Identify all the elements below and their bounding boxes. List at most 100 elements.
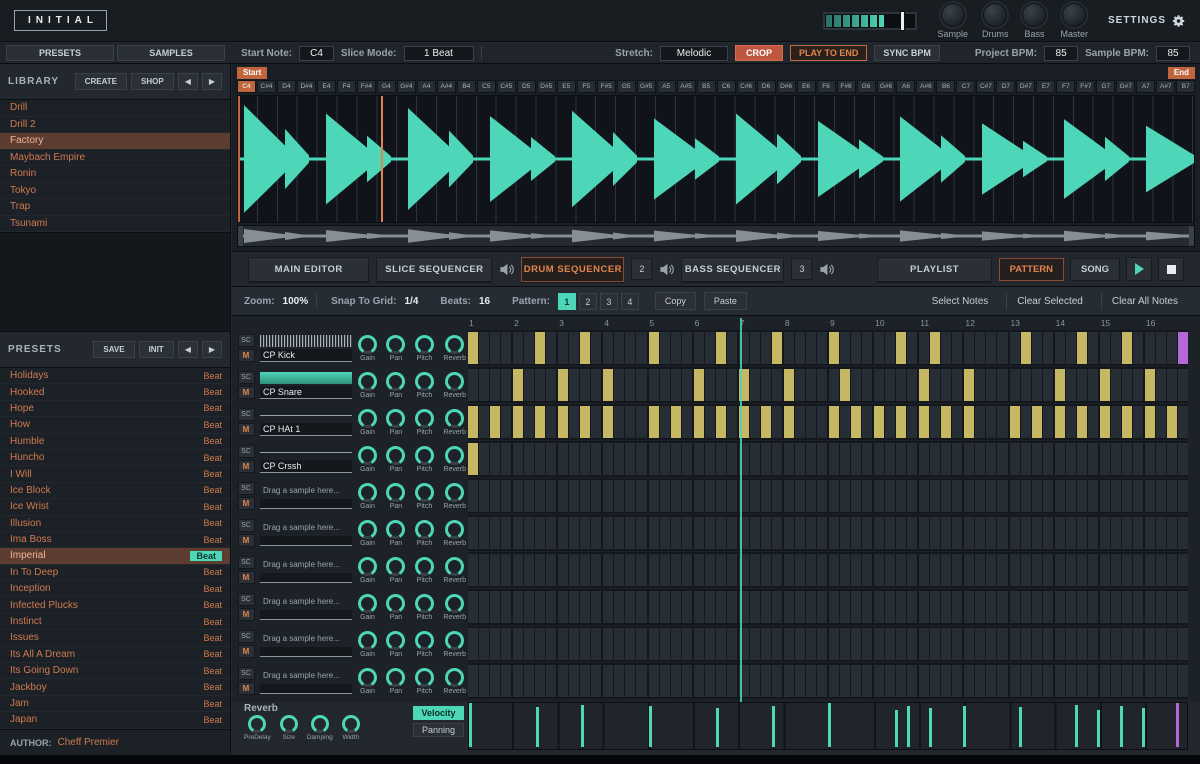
- step-cell[interactable]: [829, 591, 839, 623]
- knob-dial[interactable]: [386, 446, 405, 465]
- velocity-bar[interactable]: [1019, 707, 1022, 747]
- step-cell[interactable]: [997, 554, 1007, 586]
- note-cell[interactable]: D7: [996, 80, 1015, 93]
- step-cell[interactable]: [636, 554, 646, 586]
- step-cell[interactable]: [1100, 554, 1110, 586]
- step-cell[interactable]: [817, 369, 827, 401]
- channel-knob-reverb[interactable]: Reverb: [443, 372, 466, 399]
- step-cell[interactable]: [772, 406, 782, 438]
- knob-dial[interactable]: [941, 3, 965, 27]
- knob-dial[interactable]: [415, 520, 434, 539]
- step-cell[interactable]: [513, 665, 523, 697]
- step-cell[interactable]: [625, 369, 635, 401]
- note-cell[interactable]: G4: [377, 80, 396, 93]
- step-cell[interactable]: [952, 517, 962, 549]
- step-cell[interactable]: [795, 554, 805, 586]
- step-cell[interactable]: [694, 554, 704, 586]
- note-cell[interactable]: E4: [317, 80, 336, 93]
- step-cell[interactable]: [1032, 628, 1042, 660]
- sample-slot[interactable]: Drag a sample here...: [256, 663, 356, 699]
- sample-slot[interactable]: Drag a sample here...: [256, 552, 356, 588]
- step-cell[interactable]: [784, 591, 794, 623]
- step-cell[interactable]: [716, 406, 726, 438]
- sample-slot[interactable]: CP HAt 1: [256, 404, 356, 440]
- step-cell[interactable]: [862, 406, 872, 438]
- select-notes-button[interactable]: Select Notes: [922, 293, 999, 310]
- pattern-1-button[interactable]: 1: [558, 293, 576, 310]
- step-cell[interactable]: [558, 480, 568, 512]
- note-cell[interactable]: C#5: [497, 80, 516, 93]
- step-cell[interactable]: [896, 332, 906, 364]
- channel-knob-pan[interactable]: Pan: [386, 631, 405, 658]
- step-cell[interactable]: [919, 517, 929, 549]
- library-item[interactable]: Tsunami: [0, 216, 230, 233]
- step-cell[interactable]: [806, 480, 816, 512]
- step-cell[interactable]: [705, 480, 715, 512]
- note-cell[interactable]: G5: [617, 80, 636, 93]
- step-cell[interactable]: [964, 628, 974, 660]
- sample-slot[interactable]: Drag a sample here...: [256, 515, 356, 551]
- step-cell[interactable]: [952, 369, 962, 401]
- note-cell[interactable]: A#7: [1156, 80, 1175, 93]
- step-cell[interactable]: [649, 554, 659, 586]
- sample-drop-hint[interactable]: Drag a sample here...: [260, 521, 352, 534]
- knob-dial[interactable]: [386, 520, 405, 539]
- step-cell[interactable]: [761, 480, 771, 512]
- library-item[interactable]: Ronin: [0, 166, 230, 183]
- note-cell[interactable]: G#7: [1116, 80, 1135, 93]
- step-cell[interactable]: [614, 332, 624, 364]
- step-cell[interactable]: [625, 443, 635, 475]
- step-cell[interactable]: [1111, 628, 1121, 660]
- step-cell[interactable]: [964, 369, 974, 401]
- step-cell[interactable]: [975, 332, 985, 364]
- step-cell[interactable]: [829, 332, 839, 364]
- step-cell[interactable]: [964, 517, 974, 549]
- step-cell[interactable]: [705, 406, 715, 438]
- step-cell[interactable]: [795, 369, 805, 401]
- step-cell[interactable]: [761, 628, 771, 660]
- step-cell[interactable]: [1167, 554, 1177, 586]
- step-cell[interactable]: [1021, 332, 1031, 364]
- step-cell[interactable]: [784, 332, 794, 364]
- step-cell[interactable]: [1055, 480, 1065, 512]
- step-cell[interactable]: [649, 406, 659, 438]
- note-cell[interactable]: A#4: [437, 80, 456, 93]
- step-cell[interactable]: [750, 406, 760, 438]
- preset-item[interactable]: InstinctBeat: [0, 614, 230, 630]
- note-cell[interactable]: F#7: [1076, 80, 1095, 93]
- step-cell[interactable]: [1111, 554, 1121, 586]
- step-cell[interactable]: [840, 443, 850, 475]
- step-cell[interactable]: [941, 517, 951, 549]
- step-cell[interactable]: [468, 628, 478, 660]
- mute-button[interactable]: M: [238, 386, 255, 399]
- step-cell[interactable]: [1145, 591, 1155, 623]
- note-cell[interactable]: F#6: [837, 80, 856, 93]
- step-cell[interactable]: [524, 554, 534, 586]
- step-cell[interactable]: [535, 443, 545, 475]
- step-cell[interactable]: [636, 443, 646, 475]
- step-cell[interactable]: [896, 369, 906, 401]
- note-cell[interactable]: D6: [757, 80, 776, 93]
- step-cell[interactable]: [660, 665, 670, 697]
- note-cell[interactable]: G7: [1096, 80, 1115, 93]
- step-cell[interactable]: [1043, 554, 1053, 586]
- channel-knob-gain[interactable]: Gain: [358, 483, 377, 510]
- step-cell[interactable]: [716, 443, 726, 475]
- step-cell[interactable]: [862, 591, 872, 623]
- step-cell[interactable]: [468, 443, 478, 475]
- step-cell[interactable]: [625, 628, 635, 660]
- step-cell[interactable]: [851, 665, 861, 697]
- drum-speaker-icon[interactable]: [659, 262, 674, 277]
- step-cell[interactable]: [513, 591, 523, 623]
- step-cell[interactable]: [1100, 332, 1110, 364]
- step-cell[interactable]: [479, 443, 489, 475]
- step-cell[interactable]: [524, 628, 534, 660]
- step-cell[interactable]: [817, 665, 827, 697]
- note-cell[interactable]: D#5: [537, 80, 556, 93]
- step-cell[interactable]: [795, 332, 805, 364]
- step-cell[interactable]: [1043, 443, 1053, 475]
- step-cell[interactable]: [614, 517, 624, 549]
- step-cell[interactable]: [513, 517, 523, 549]
- tab-bass-sequencer[interactable]: BASS SEQUENCER: [681, 257, 784, 282]
- step-cell[interactable]: [660, 554, 670, 586]
